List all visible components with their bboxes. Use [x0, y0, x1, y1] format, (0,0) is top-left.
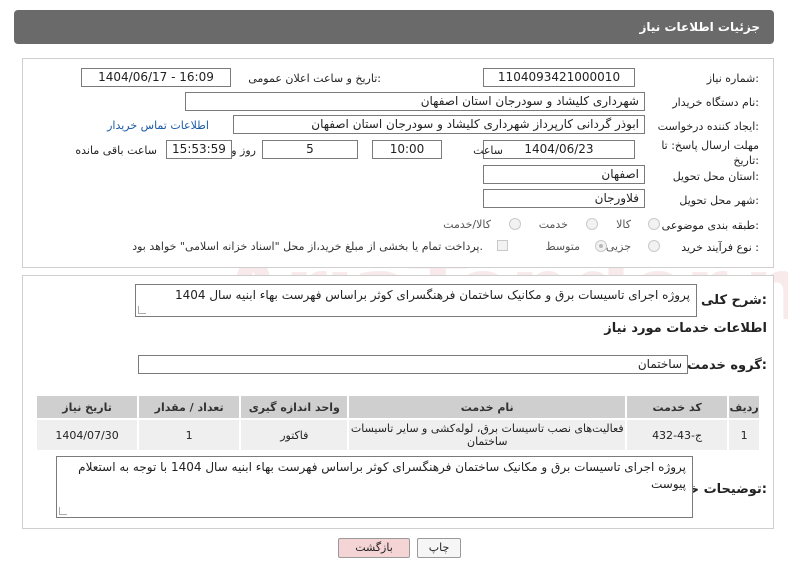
cell-row: 1	[727, 418, 761, 452]
page-title: جزئیات اطلاعات نیاز	[14, 10, 774, 44]
col-header-unit: واحد اندازه گیری	[239, 394, 350, 420]
col-header-qty: تعداد / مقدار	[137, 394, 242, 420]
print-button[interactable]: چاپ	[417, 538, 461, 558]
need-info-panel: شماره نیاز: 1104093421000010 تاریخ و ساع…	[22, 58, 774, 268]
services-table: ردیف کد خدمت نام خدمت واحد اندازه گیری ت…	[34, 394, 761, 452]
treasury-payment-checkbox[interactable]	[497, 240, 508, 251]
category-both-label: کالا/خدمت	[443, 218, 491, 231]
creator-label: ایجاد کننده درخواست:	[657, 120, 759, 133]
category-service-label: خدمت	[538, 218, 568, 231]
city-label: شهر محل تحویل:	[679, 194, 759, 207]
remaining-label: ساعت باقی مانده	[75, 144, 157, 157]
category-both-radio[interactable]	[509, 218, 521, 230]
city-field[interactable]: فلاورجان	[483, 189, 645, 208]
buyer-org-label: نام دستگاه خریدار:	[672, 96, 759, 109]
announce-date-field[interactable]: 1404/06/17 - 16:09	[81, 68, 231, 87]
category-goods-label: کالا	[616, 218, 631, 231]
col-header-row: ردیف	[727, 394, 761, 420]
process-medium-label: متوسط	[545, 240, 580, 253]
need-number-label: شماره نیاز:	[706, 72, 759, 85]
col-header-name: نام خدمت	[347, 394, 628, 420]
category-label: طبقه بندی موضوعی:	[661, 219, 759, 232]
days-label: روز و	[231, 144, 256, 157]
back-button[interactable]: بازگشت	[338, 538, 410, 558]
need-number-field[interactable]: 1104093421000010	[483, 68, 635, 87]
need-details-panel: شرح کلی نیاز: پروژه اجرای تاسیسات برق و …	[22, 275, 774, 529]
cell-name: فعالیت‌های نصب تاسیسات برق، لوله‌کشی و س…	[347, 418, 628, 452]
days-field[interactable]: 5	[262, 140, 358, 159]
col-header-date: تاریخ نیاز	[34, 394, 140, 420]
treasury-payment-note: پرداخت تمام یا بخشی از مبلغ خرید،از محل …	[132, 240, 483, 253]
deadline-label: مهلت ارسال پاسخ: تا تاریخ:	[661, 139, 759, 167]
deadline-date-field[interactable]: 1404/06/23	[483, 140, 635, 159]
creator-field[interactable]: ابوذر گردانی کارپرداز شهرداری کلیشاد و س…	[233, 115, 645, 134]
process-minor-radio[interactable]	[648, 240, 660, 252]
announce-label: تاریخ و ساعت اعلان عمومی:	[248, 72, 381, 85]
col-header-code: کد خدمت	[625, 394, 730, 420]
province-label: استان محل تحویل:	[672, 170, 759, 183]
time-label: ساعت	[473, 144, 503, 157]
service-group-label: گروه خدمت:	[687, 358, 767, 373]
cell-date: 1404/07/30	[34, 418, 140, 452]
summary-textarea[interactable]: پروژه اجرای تاسیسات برق و مکانیک ساختمان…	[135, 284, 697, 317]
cell-code: ج-43-432	[625, 418, 730, 452]
buyer-notes-textarea[interactable]: پروژه اجرای تاسیسات برق و مکانیک ساختمان…	[56, 456, 693, 518]
cell-unit: فاکتور	[239, 418, 350, 452]
contact-info-link[interactable]: اطلاعات تماس خریدار	[107, 119, 209, 132]
province-field[interactable]: اصفهان	[483, 165, 645, 184]
category-goods-radio[interactable]	[648, 218, 660, 230]
category-service-radio[interactable]	[586, 218, 598, 230]
buyer-org-field[interactable]: شهرداری کلیشاد و سودرجان استان اصفهان	[185, 92, 645, 111]
deadline-time-field[interactable]: 10:00	[372, 140, 442, 159]
services-title: اطلاعات خدمات مورد نیاز	[604, 321, 767, 336]
remaining-time-field[interactable]: 15:53:59	[166, 140, 232, 159]
process-medium-radio[interactable]	[595, 240, 607, 252]
cell-qty: 1	[137, 418, 242, 452]
table-row: 1 ج-43-432 فعالیت‌های نصب تاسیسات برق، ل…	[34, 418, 761, 452]
service-group-field[interactable]: ساختمان	[138, 355, 688, 374]
process-label: نوع فرآیند خرید :	[681, 241, 759, 254]
process-minor-label: جزیی	[605, 240, 631, 253]
